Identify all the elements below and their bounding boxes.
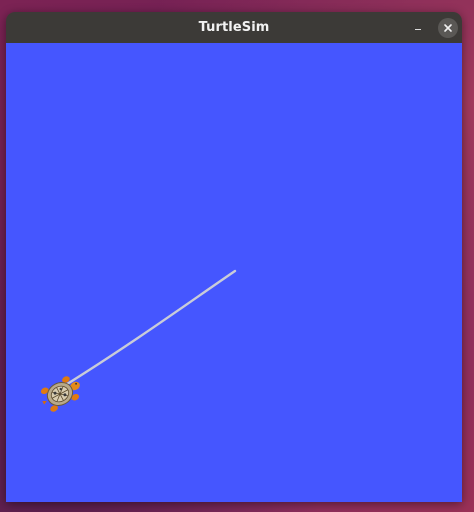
turtle-trail (62, 269, 237, 388)
window-title: TurtleSim (198, 20, 270, 35)
turtlesim-window: TurtleSim (6, 12, 462, 502)
close-icon (444, 24, 452, 32)
minimize-icon (415, 29, 421, 30)
title-bar[interactable]: TurtleSim (6, 12, 462, 43)
close-button[interactable] (438, 18, 458, 38)
turtle-icon (40, 376, 80, 412)
canvas-drawing (40, 269, 237, 412)
minimize-button[interactable] (410, 19, 426, 35)
turtle-canvas[interactable] (6, 43, 462, 502)
